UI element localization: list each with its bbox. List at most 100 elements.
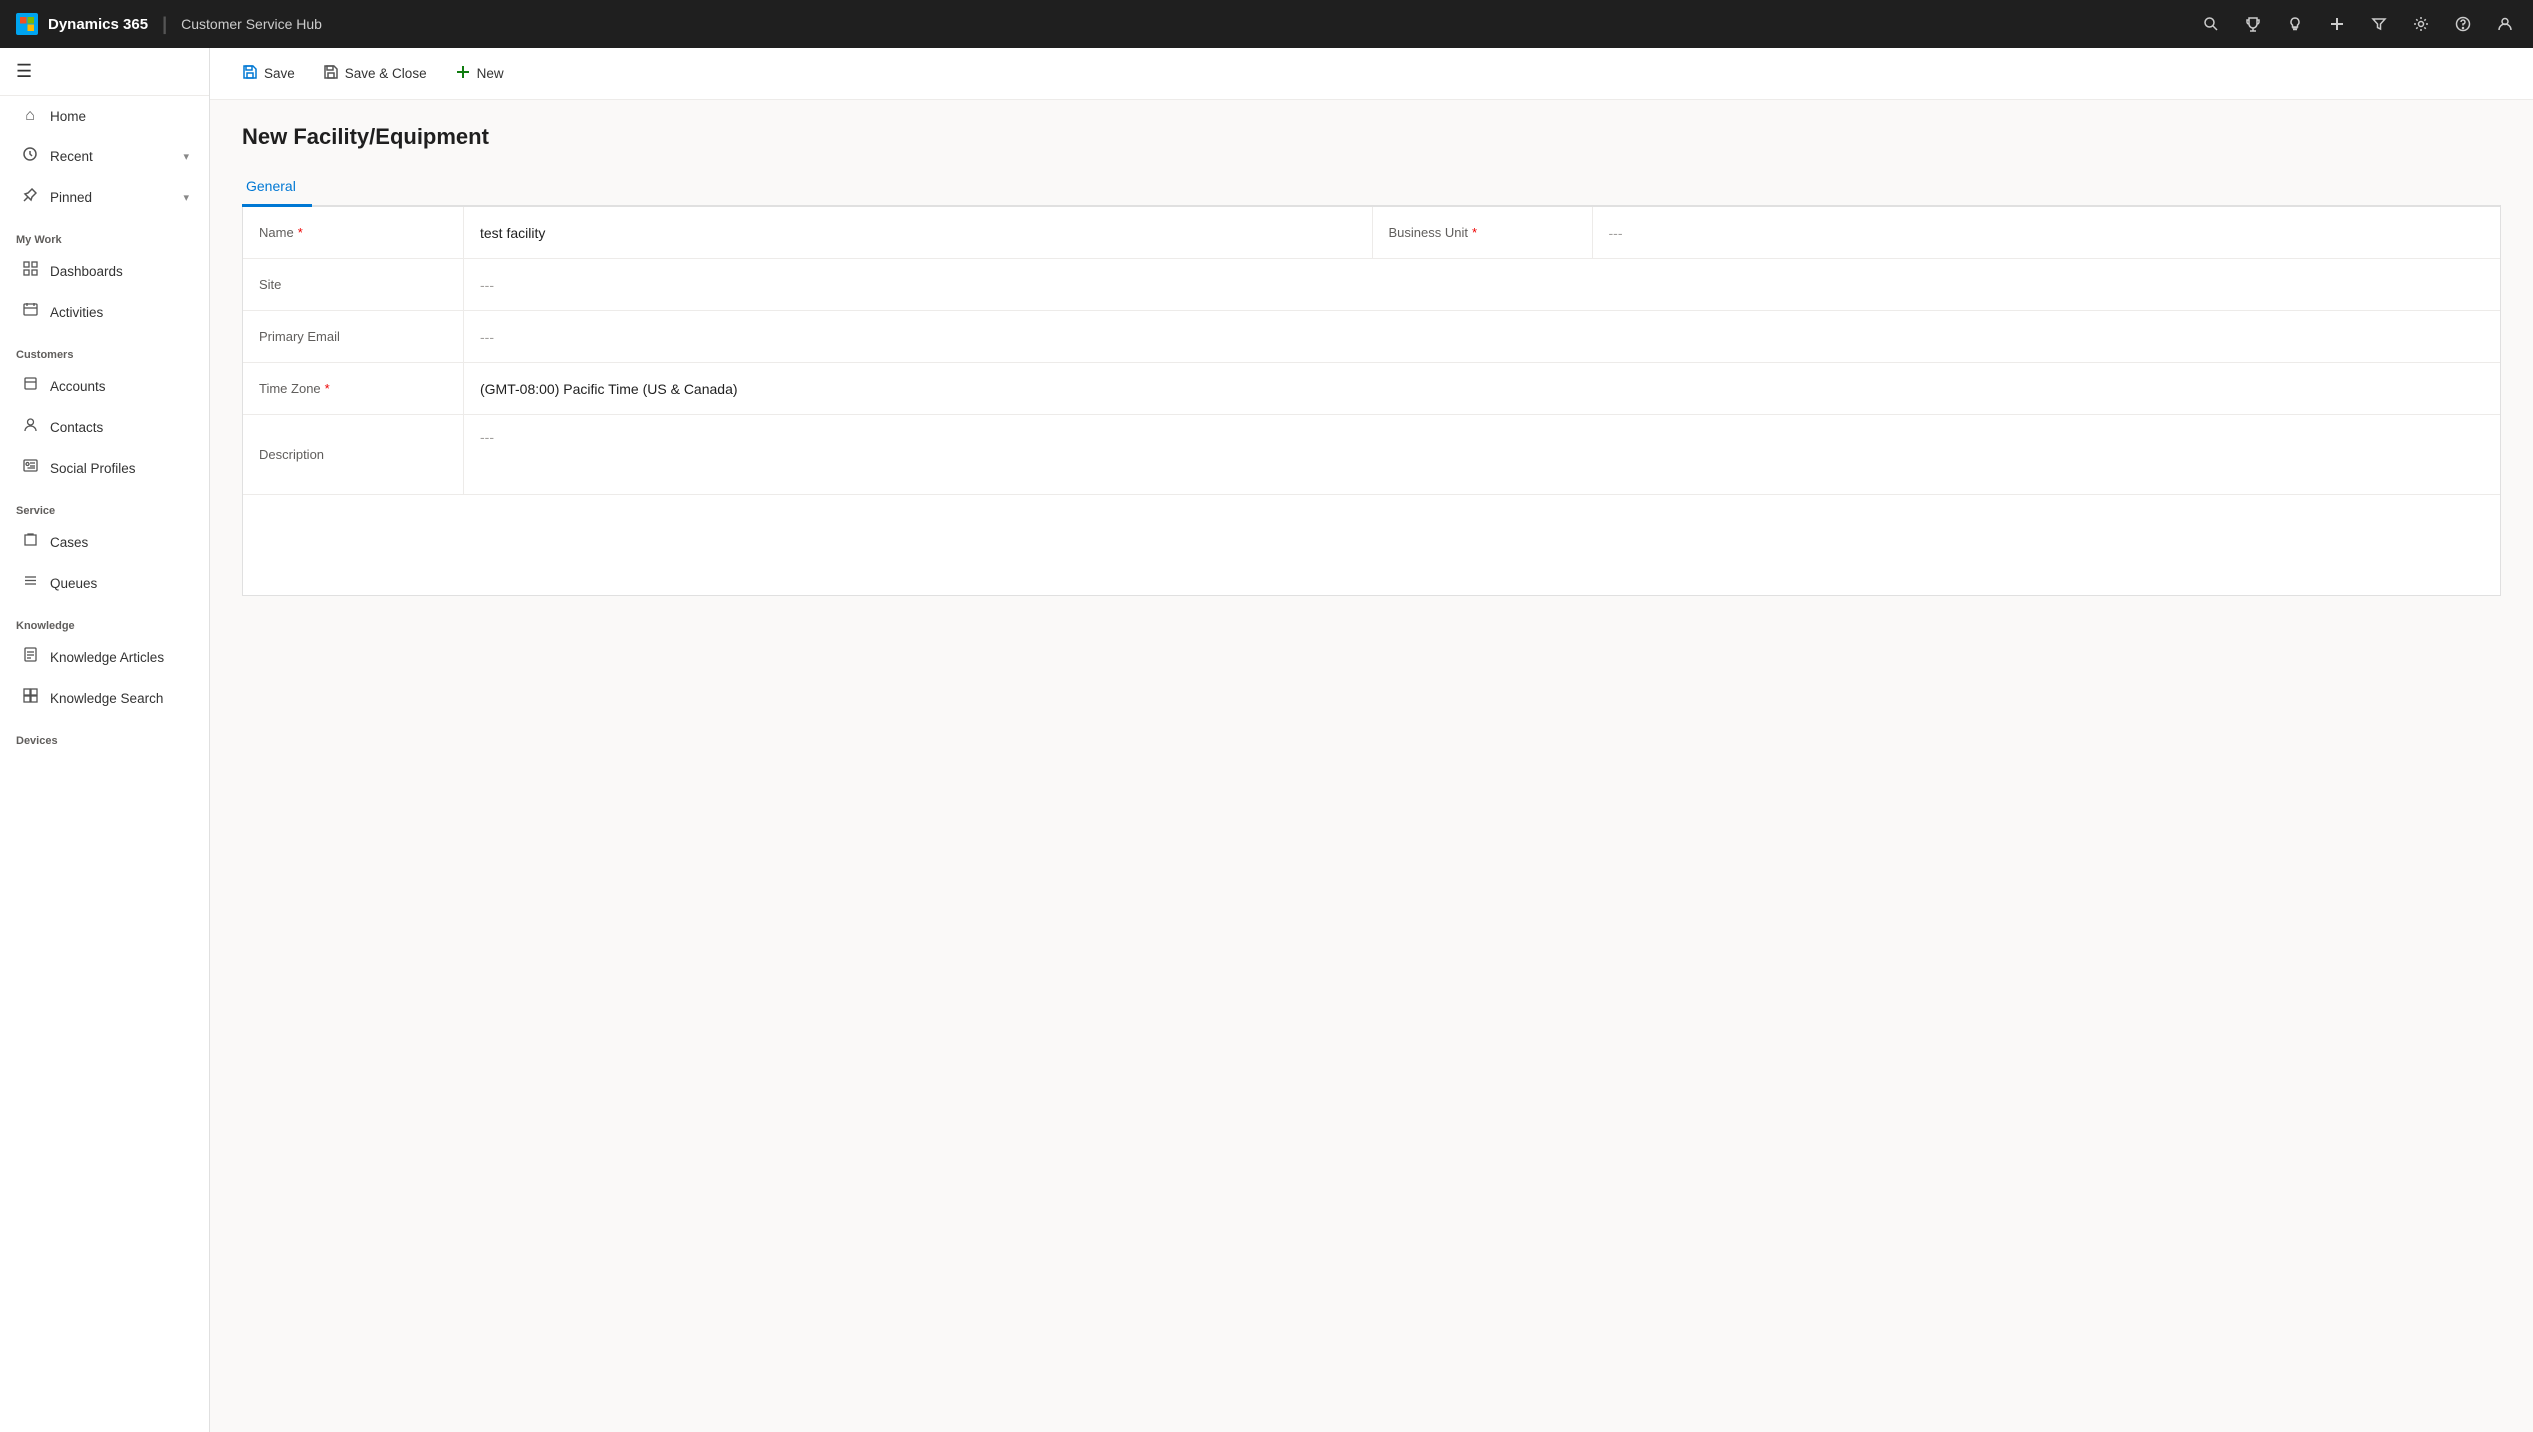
form-row-site: Site ---	[243, 259, 2500, 311]
form-row-spacer	[243, 495, 2500, 595]
lightbulb-icon[interactable]	[2283, 12, 2307, 36]
timezone-value: (GMT-08:00) Pacific Time (US & Canada)	[480, 381, 738, 397]
social-profiles-icon	[20, 458, 40, 478]
home-icon: ⌂	[20, 107, 40, 125]
sidebar-item-label: Knowledge Articles	[50, 650, 189, 665]
timezone-label: Time Zone *	[243, 363, 463, 414]
bu-required: *	[1472, 225, 1477, 240]
name-required: *	[298, 225, 303, 240]
business-unit-value-cell[interactable]: ---	[1592, 207, 2501, 258]
search-icon[interactable]	[2199, 12, 2223, 36]
sidebar-item-accounts[interactable]: Accounts	[4, 366, 205, 406]
cases-icon	[20, 532, 40, 552]
user-icon[interactable]	[2493, 12, 2517, 36]
name-label-text: Name	[259, 225, 294, 240]
sidebar-section-customers: Customers	[0, 333, 209, 365]
form-row-primary-email: Primary Email ---	[243, 311, 2500, 363]
save-button[interactable]: Save	[230, 58, 307, 90]
save-label: Save	[264, 66, 295, 81]
recent-icon	[20, 146, 40, 167]
hamburger-icon[interactable]: ☰	[16, 61, 32, 82]
tab-general[interactable]: General	[242, 170, 312, 207]
sidebar-item-cases[interactable]: Cases	[4, 522, 205, 562]
name-input[interactable]	[480, 225, 1356, 241]
sidebar-item-label: Knowledge Search	[50, 691, 189, 706]
app-name: Customer Service Hub	[181, 16, 322, 32]
chevron-down-icon: ▾	[183, 150, 189, 163]
sidebar-item-label: Cases	[50, 535, 189, 550]
sidebar-item-activities[interactable]: Activities	[4, 292, 205, 332]
timezone-value-cell[interactable]: (GMT-08:00) Pacific Time (US & Canada)	[463, 363, 1063, 414]
sidebar-item-label: Social Profiles	[50, 461, 189, 476]
form-row-name: Name * Business Unit * ---	[243, 207, 2500, 259]
knowledge-search-icon	[20, 688, 40, 708]
primary-email-value: ---	[480, 329, 494, 345]
brand-logo	[16, 13, 38, 35]
form-area: New Facility/Equipment General Name * Bu…	[210, 100, 2533, 1432]
sidebar-item-label: Activities	[50, 305, 189, 320]
page-title: New Facility/Equipment	[242, 124, 2501, 150]
filter-icon[interactable]	[2367, 12, 2391, 36]
sidebar-item-label: Dashboards	[50, 264, 189, 279]
dashboards-icon	[20, 261, 40, 281]
sidebar-item-label: Recent	[50, 149, 173, 164]
brand: Dynamics 365 | Customer Service Hub	[16, 13, 322, 35]
sidebar-item-label: Contacts	[50, 420, 189, 435]
sidebar: ☰ ⌂ Home Recent ▾ Pinned ▾ My Work Dashb…	[0, 48, 210, 1432]
timezone-required: *	[325, 381, 330, 396]
sidebar-item-queues[interactable]: Queues	[4, 563, 205, 603]
site-label-text: Site	[259, 277, 281, 292]
timezone-label-text: Time Zone	[259, 381, 321, 396]
form-row-timezone: Time Zone * (GMT-08:00) Pacific Time (US…	[243, 363, 2500, 415]
business-unit-label-text: Business Unit	[1389, 225, 1468, 240]
sidebar-item-label: Queues	[50, 576, 189, 591]
top-navigation: Dynamics 365 | Customer Service Hub	[0, 0, 2533, 48]
sidebar-section-mywork: My Work	[0, 218, 209, 250]
sidebar-item-pinned[interactable]: Pinned ▾	[4, 178, 205, 217]
plus-icon[interactable]	[2325, 12, 2349, 36]
main-content: Save Save & Close New New Facility/Equip…	[210, 48, 2533, 1432]
save-icon	[242, 64, 258, 84]
sidebar-item-knowledge-articles[interactable]: Knowledge Articles	[4, 637, 205, 677]
sidebar-item-label: Pinned	[50, 190, 173, 205]
site-value-cell[interactable]: ---	[463, 259, 863, 310]
sidebar-item-contacts[interactable]: Contacts	[4, 407, 205, 447]
sidebar-item-knowledge-search[interactable]: Knowledge Search	[4, 678, 205, 718]
name-label: Name *	[243, 207, 463, 258]
form-row-description: Description ---	[243, 415, 2500, 495]
help-icon[interactable]	[2451, 12, 2475, 36]
save-close-icon	[323, 64, 339, 84]
sidebar-item-dashboards[interactable]: Dashboards	[4, 251, 205, 291]
sidebar-header: ☰	[0, 48, 209, 96]
new-icon	[455, 64, 471, 84]
brand-name: Dynamics 365	[48, 16, 148, 33]
sidebar-item-label: Home	[50, 109, 189, 124]
save-close-button[interactable]: Save & Close	[311, 58, 439, 90]
trophy-icon[interactable]	[2241, 12, 2265, 36]
primary-email-value-cell[interactable]: ---	[463, 311, 863, 362]
new-button[interactable]: New	[443, 58, 516, 90]
primary-email-label: Primary Email	[243, 311, 463, 362]
sidebar-section-devices: Devices	[0, 719, 209, 751]
form-section-general: Name * Business Unit * ---	[242, 207, 2501, 596]
description-value-cell[interactable]: ---	[463, 415, 863, 494]
new-label: New	[477, 66, 504, 81]
toolbar: Save Save & Close New	[210, 48, 2533, 100]
top-nav-icons	[2199, 12, 2517, 36]
name-value-cell[interactable]	[463, 207, 1372, 258]
pin-icon	[20, 188, 40, 207]
primary-email-label-text: Primary Email	[259, 329, 340, 344]
sidebar-item-social-profiles[interactable]: Social Profiles	[4, 448, 205, 488]
site-label: Site	[243, 259, 463, 310]
description-label: Description	[243, 415, 463, 494]
sidebar-item-recent[interactable]: Recent ▾	[4, 136, 205, 177]
sidebar-section-knowledge: Knowledge	[0, 604, 209, 636]
sidebar-item-home[interactable]: ⌂ Home	[4, 97, 205, 135]
business-unit-label: Business Unit *	[1372, 207, 1592, 258]
description-label-text: Description	[259, 447, 324, 462]
settings-icon[interactable]	[2409, 12, 2433, 36]
sidebar-item-label: Accounts	[50, 379, 189, 394]
description-value: ---	[480, 429, 494, 445]
contacts-icon	[20, 417, 40, 437]
knowledge-articles-icon	[20, 647, 40, 667]
